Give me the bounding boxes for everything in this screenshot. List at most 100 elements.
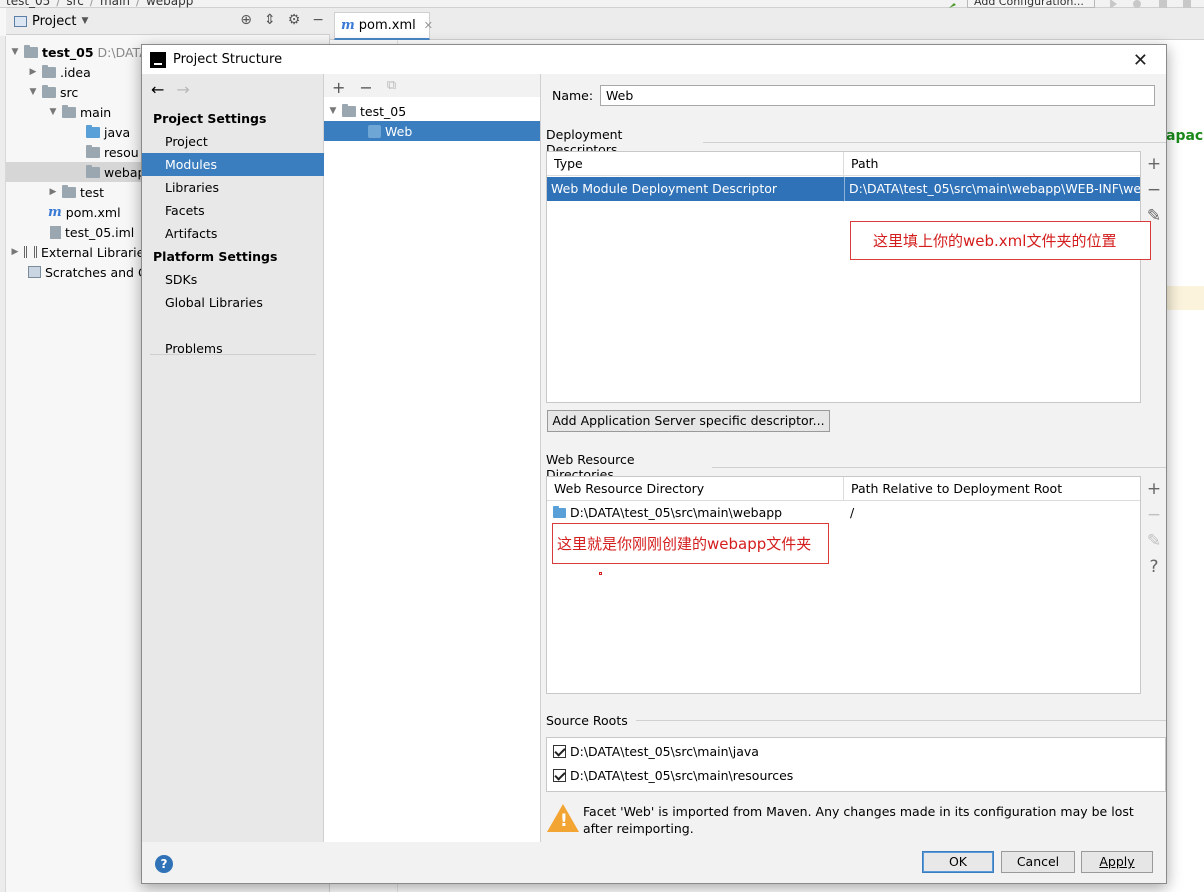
tree-item-test05-module[interactable]: ▼ test_05 [328,101,406,121]
breadcrumb-item[interactable]: src [66,0,84,8]
help-icon[interactable]: ? [155,855,173,873]
close-icon[interactable]: ✕ [1133,50,1148,71]
tree-item-src[interactable]: ▼ src [28,82,78,102]
ide-navigation-bar: test_05/ src / main / webapp Add Configura… [0,0,1204,9]
table-row[interactable]: D:\DATA\test_05\src\main\webapp / [547,501,1140,525]
chevron-down-icon[interactable]: ▼ [328,106,338,116]
source-root-path: D:\DATA\test_05\src\main\resources [570,768,794,783]
add-configuration-button[interactable]: Add Configuration... [967,0,1095,8]
deployment-table-toolbar: + − ✎ [1141,151,1167,229]
name-field[interactable] [600,85,1155,106]
nav-item-artifacts[interactable]: Artifacts [142,222,324,245]
chevron-down-icon[interactable]: ▼ [28,87,38,97]
tree-item-webapp[interactable]: webap [6,162,146,182]
chevron-down-icon[interactable]: ▼ [10,47,20,57]
chevron-down-icon[interactable]: ▼ [48,107,58,117]
tree-item-iml[interactable]: test_05.iml [50,222,134,242]
column-header-path[interactable]: Path [844,152,878,176]
column-header-type[interactable]: Type [547,152,583,176]
project-view-icon [14,15,27,27]
nav-item-modules[interactable]: Modules [142,153,324,176]
divider [635,720,1166,721]
breadcrumb-item[interactable]: test_05 [6,0,50,8]
section-title: Source Roots [546,713,628,728]
run-icon[interactable] [1108,0,1118,9]
tree-item-label: pom.xml [65,204,121,220]
tree-item-external-libraries[interactable]: ▶ External Librarie [10,242,145,262]
forward-arrow-icon[interactable]: → [176,80,189,99]
tree-item-label: Scratches and Co [45,264,155,280]
nav-item-libraries[interactable]: Libraries [142,176,324,199]
dialog-title-bar: Project Structure ✕ [142,45,1166,74]
breadcrumb-item[interactable]: main [100,0,130,8]
annotation-webxml-location: 这里填上你的web.xml文件夹的位置 [850,221,1151,260]
cell-type: Web Module Deployment Descriptor [551,181,778,196]
tree-item-web-facet[interactable]: Web [324,121,540,141]
collapse-all-icon[interactable]: ⇕ [264,12,276,28]
table-row[interactable]: Web Module Deployment Descriptor D:\DATA… [547,177,1140,201]
add-icon[interactable]: + [1147,151,1161,177]
cancel-button[interactable]: Cancel [1001,851,1075,873]
breadcrumb-item[interactable]: webapp [146,0,193,8]
tree-item-scratches[interactable]: Scratches and Co [28,262,154,282]
add-icon[interactable]: + [1147,476,1161,502]
tree-item-resources[interactable]: resou [86,142,139,162]
nav-item-problems[interactable]: Problems [142,337,324,360]
folder-icon [42,64,56,78]
web-facet-icon [368,124,381,138]
back-arrow-icon[interactable]: ← [151,80,164,99]
checkbox-checked[interactable] [553,769,566,782]
edit-pencil-icon[interactable]: ✎ [1147,528,1161,554]
remove-icon[interactable]: − [1147,502,1161,528]
nav-item-sdks[interactable]: SDKs [142,268,324,291]
nav-item-global-libraries[interactable]: Global Libraries [142,291,324,314]
chevron-right-icon[interactable]: ▶ [48,187,58,197]
intellij-icon [150,51,166,68]
nav-item-project[interactable]: Project [142,130,324,153]
module-tree: ▼ test_05 Web [324,97,540,842]
locate-icon[interactable]: ⊕ [240,12,252,28]
gear-icon[interactable]: ⚙ [288,12,301,28]
column-header-directory[interactable]: Web Resource Directory [547,477,704,501]
build-icon[interactable] [948,0,958,8]
source-root-item[interactable]: D:\DATA\test_05\src\main\resources [553,768,793,783]
folder-icon [62,184,76,198]
source-roots-section: Source Roots [546,713,1166,728]
maven-icon: m [341,18,355,33]
column-header-relative-path[interactable]: Path Relative to Deployment Root [844,477,1062,501]
tree-item-idea[interactable]: ▶ .idea [28,62,91,82]
debug-icon[interactable] [1132,0,1142,8]
project-settings-header: Project Settings [153,111,267,126]
copy-icon[interactable]: ⧉ [387,78,396,97]
coverage-icon[interactable] [1158,0,1168,8]
cell-relative-path: / [850,505,855,520]
remove-icon[interactable]: − [1147,177,1161,203]
module-tree-panel: + − ⧉ ▼ test_05 Web [324,74,541,842]
chevron-right-icon[interactable]: ▶ [10,247,20,257]
tree-item-test05[interactable]: ▼ test_05 D:\DATA [10,42,148,62]
tree-item-test[interactable]: ▶ test [48,182,104,202]
chevron-right-icon[interactable]: ▶ [28,67,38,77]
ok-button[interactable]: OK [922,851,994,873]
column-divider [843,477,844,501]
module-folder-icon [24,44,38,58]
tree-item-label: webap [104,164,146,180]
remove-icon[interactable]: − [359,78,372,97]
close-icon[interactable]: ✕ [424,19,433,32]
project-view-selector[interactable]: Project ▼ [14,14,88,29]
nav-item-facets[interactable]: Facets [142,199,324,222]
hide-icon[interactable]: − [312,12,324,28]
cell-directory-text: D:\DATA\test_05\src\main\webapp [570,505,783,520]
add-icon[interactable]: + [332,78,345,97]
stop-icon[interactable] [1182,0,1192,8]
tree-item-java[interactable]: java [86,122,130,142]
apply-button[interactable]: Apply [1081,851,1153,873]
tab-pom-xml[interactable]: m pom.xml ✕ [334,12,433,40]
source-root-item[interactable]: D:\DATA\test_05\src\main\java [553,744,759,759]
add-server-descriptor-button[interactable]: Add Application Server specific descript… [547,410,830,432]
help-icon[interactable]: ? [1149,554,1158,580]
tree-item-pom[interactable]: m pom.xml [48,202,121,222]
tree-item-label: src [60,84,79,100]
checkbox-checked[interactable] [553,745,566,758]
tree-item-main[interactable]: ▼ main [48,102,111,122]
